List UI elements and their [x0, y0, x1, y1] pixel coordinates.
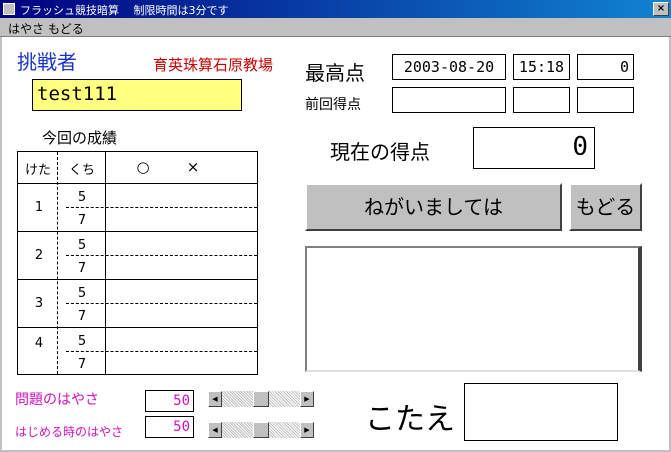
row-4-digits: 4 [34, 336, 44, 351]
problem-display [305, 246, 642, 372]
current-score-label: 現在の得点 [330, 140, 430, 164]
scroll-right-icon[interactable]: ▶ [300, 422, 314, 438]
row-3-digits: 3 [34, 296, 44, 311]
window-title: フラッシュ競技暗算 制限時間は3分です [20, 4, 229, 17]
start-speed-scrollbar[interactable]: ◀ ▶ [208, 422, 314, 438]
results-table: けた くち ○ × 1 5 7 2 5 7 3 5 7 4 5 7 [17, 151, 258, 375]
header-wrong: × [186, 158, 200, 176]
challenger-label: 挑戦者 [17, 50, 77, 74]
question-speed-label: 問題のはやさ [15, 392, 99, 408]
menu-bar: はやさ もどる [0, 18, 671, 37]
current-score-value: 0 [473, 127, 595, 169]
start-speed-thumb[interactable] [253, 422, 269, 438]
row-2-count-top: 5 [77, 238, 87, 253]
app-icon [3, 3, 15, 15]
menu-item-back[interactable]: もどる [48, 20, 84, 37]
header-correct: ○ [136, 158, 150, 176]
row-1-digits: 1 [34, 200, 44, 215]
previous-score-label: 前回得点 [305, 97, 361, 113]
row-1-count-bottom: 7 [77, 213, 87, 228]
row-1-count-top: 5 [77, 190, 87, 205]
title-bar: フラッシュ競技暗算 制限時間は3分です × [0, 0, 671, 18]
previous-score-value [577, 87, 634, 113]
high-score-value: 0 [577, 54, 634, 80]
previous-score-time [513, 87, 570, 113]
scroll-left-icon[interactable]: ◀ [208, 422, 222, 438]
school-name: 育英珠算石原教場 [153, 56, 274, 74]
row-4-count-top: 5 [77, 334, 87, 349]
back-button[interactable]: もどる [569, 183, 642, 231]
question-speed-value: 50 [145, 390, 194, 412]
answer-field[interactable] [464, 383, 618, 441]
scroll-right-icon[interactable]: ▶ [300, 391, 314, 407]
start-button[interactable]: ねがいましては [305, 183, 562, 231]
high-score-date: 2003-08-20 [392, 54, 506, 80]
start-speed-value: 50 [145, 416, 194, 438]
header-count: くち [68, 163, 95, 178]
previous-score-date [392, 87, 506, 113]
row-3-count-top: 5 [77, 286, 87, 301]
row-2-count-bottom: 7 [77, 261, 87, 276]
high-score-time: 15:18 [513, 54, 570, 80]
question-speed-thumb[interactable] [253, 391, 269, 407]
question-speed-scrollbar[interactable]: ◀ ▶ [208, 391, 314, 407]
close-button[interactable]: × [653, 2, 669, 16]
start-speed-label: はじめる時のはやさ [15, 425, 124, 439]
menu-item-speed[interactable]: はやさ [8, 20, 44, 37]
row-3-count-bottom: 7 [77, 309, 87, 324]
scroll-left-icon[interactable]: ◀ [208, 391, 222, 407]
answer-label: こたえ [365, 402, 455, 437]
challenger-name-field[interactable]: test111 [32, 79, 242, 111]
header-digits: けた [24, 163, 51, 178]
high-score-label: 最高点 [305, 61, 365, 85]
row-2-digits: 2 [34, 248, 44, 263]
results-label: 今回の成績 [42, 129, 118, 147]
row-4-count-bottom: 7 [77, 357, 87, 372]
